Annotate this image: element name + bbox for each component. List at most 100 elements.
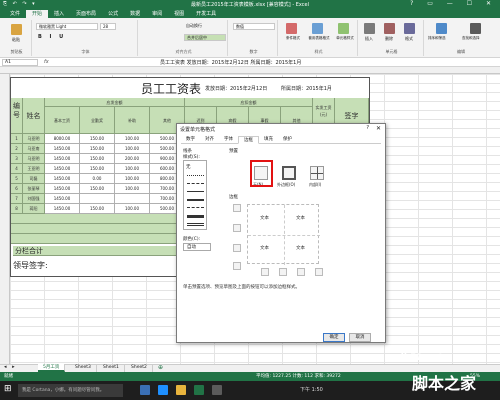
fx-icon[interactable]: fx [44,59,49,65]
line-style-option[interactable] [187,207,204,208]
cancel-button[interactable]: 取消 [349,333,371,342]
cell-subsidy[interactable] [115,194,150,204]
cell-subsidy[interactable]: 100.00 [115,174,150,184]
cell-subsidy[interactable]: 100.00 [115,134,150,144]
add-sheet-icon[interactable]: ⊕ [158,364,163,371]
tab-font[interactable]: 字体 [219,136,238,144]
tab-home[interactable]: 开始 [26,10,49,18]
tab-page-layout[interactable]: 页面布局 [70,10,102,18]
color-select[interactable]: 自动 [183,243,211,251]
cell-name[interactable]: 张丽琴 [23,184,45,194]
tab-view[interactable]: 视图 [168,10,190,18]
tab-insert[interactable]: 插入 [48,10,70,18]
insert-button[interactable]: 插入 [365,36,373,42]
line-style-option[interactable] [187,199,204,201]
cell-name[interactable]: 马亚明 [23,154,45,164]
line-style-option[interactable] [187,191,204,192]
cell-basic[interactable]: 1450.00 [45,194,80,204]
line-style-option[interactable] [187,183,204,184]
cell-bonus[interactable]: 150.00 [80,204,115,214]
border-diagonal-down-button[interactable] [261,268,269,276]
cell-bonus[interactable]: 150.00 [80,154,115,164]
preset-inside-icon[interactable] [310,166,324,180]
line-style-option[interactable] [187,215,204,218]
border-preview[interactable]: 文本 文本 文本 文本 [247,204,320,265]
tab-formulas[interactable]: 公式 [102,10,124,18]
cell-bonus[interactable]: 0.00 [80,174,115,184]
line-style-none[interactable]: 无 [186,164,191,170]
tab-alignment[interactable]: 对齐 [200,136,219,144]
cell-no[interactable]: 6 [11,184,23,194]
cell-no[interactable]: 4 [11,164,23,174]
delete-cells-icon[interactable] [384,23,395,34]
font-name-select[interactable]: 微软雅黑 Light [36,23,98,30]
cell-subsidy[interactable]: 100.00 [115,164,150,174]
sheet-tab[interactable]: 5月工资 [38,364,66,372]
cell-name[interactable]: 刘国强 [23,194,45,204]
cell-no[interactable]: 5 [11,174,23,184]
cell-no[interactable]: 1 [11,134,23,144]
wrap-text-button[interactable]: 自动换行 [184,23,224,30]
table-format-icon[interactable] [312,23,323,34]
excel-app-icon[interactable] [194,385,204,395]
merge-center-button[interactable]: 合并后居中 [184,34,226,41]
ok-button[interactable]: 确定 [323,333,345,342]
tab-fill[interactable]: 填充 [259,136,278,144]
cell-subsidy[interactable]: 100.00 [115,184,150,194]
format-button[interactable]: 格式 [405,36,413,42]
cell-bonus[interactable]: 150.00 [80,134,115,144]
line-style-list[interactable]: 无 [183,160,207,230]
cell-basic[interactable]: 1450.00 [45,154,80,164]
tab-protection[interactable]: 保护 [278,136,297,144]
delete-button[interactable]: 删除 [385,36,393,42]
cell-name[interactable]: 蒋阳 [23,204,45,214]
conditional-format-icon[interactable] [286,23,297,34]
line-style-option[interactable] [187,223,204,226]
paste-icon[interactable] [11,24,22,35]
formula-input[interactable]: 员工工资表 发放日期：2015年2月12日 所属日期：2015年1月 [160,59,301,66]
bold-italic-underline[interactable]: B I U [38,34,66,40]
sheet-nav-arrows[interactable]: ◂ ▸ [4,364,17,370]
cell-name[interactable]: 马亚南 [23,144,45,154]
border-bottom-button[interactable] [233,244,241,252]
store-icon[interactable] [212,385,222,395]
format-cells-icon[interactable] [404,23,415,34]
tab-developer[interactable]: 开发工具 [190,10,222,18]
find-select-icon[interactable] [470,23,481,34]
clock[interactable]: 下午 1:50 [300,386,323,393]
cell-bonus[interactable] [80,194,115,204]
cell-basic[interactable]: 1450.00 [45,204,80,214]
conditional-format-button[interactable]: 条件格式 [281,36,305,41]
cell-basic[interactable]: 1450.00 [45,174,80,184]
font-size-select[interactable]: 28 [100,23,116,30]
sort-filter-button[interactable]: 排序和筛选 [428,36,446,41]
task-view-icon[interactable] [140,385,150,395]
preset-outline-icon[interactable] [282,166,296,180]
sort-filter-icon[interactable] [436,23,447,34]
border-diagonal-up-button[interactable] [233,262,241,270]
sheet-tab[interactable]: Sheet2 [126,364,153,372]
file-explorer-icon[interactable] [176,385,186,395]
cell-bonus[interactable]: 150.00 [80,164,115,174]
cell-bonus[interactable]: 150.00 [80,184,115,194]
sheet-tab[interactable]: Sheet3 [70,364,97,372]
tab-border[interactable]: 边框 [238,136,259,144]
close-icon[interactable]: ✕ [376,125,381,132]
find-select-button[interactable]: 查找和选择 [462,36,480,41]
cell-name[interactable]: 马亚明 [23,134,45,144]
cell-subsidy[interactable]: 200.00 [115,154,150,164]
cell-basic[interactable]: 1450.00 [45,144,80,154]
name-box[interactable]: A1 [2,59,38,66]
sheet-tab[interactable]: Sheet1 [98,364,125,372]
cell-basic[interactable]: 1450.00 [45,184,80,194]
edge-browser-icon[interactable] [158,385,168,395]
tab-data[interactable]: 数据 [124,10,146,18]
cell-bonus[interactable]: 150.00 [80,144,115,154]
border-middle-button[interactable] [233,224,241,232]
help-icon[interactable]: ? [366,125,369,131]
cell-name[interactable]: 司磊 [23,174,45,184]
border-left-button[interactable] [279,268,287,276]
cortana-search[interactable]: 我是 Cortana，小娜。有问题尽管问我。 [18,384,123,397]
cell-no[interactable]: 3 [11,154,23,164]
border-center-button[interactable] [297,268,305,276]
